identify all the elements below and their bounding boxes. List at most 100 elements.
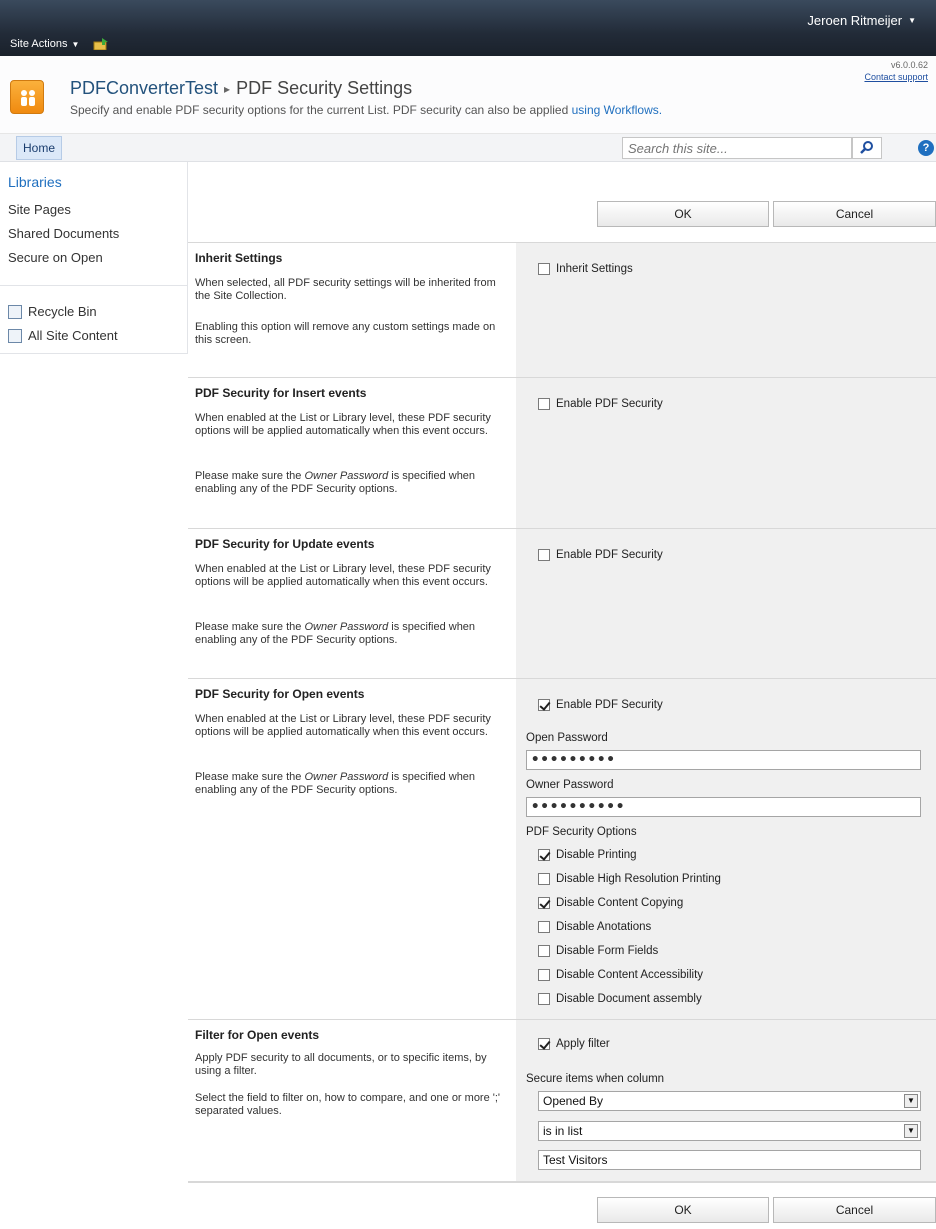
section-description: When enabled at the List or Library leve… bbox=[195, 412, 491, 437]
checkbox-label: Disable Content Accessibility bbox=[556, 969, 704, 981]
workflows-link[interactable]: using Workflows. bbox=[572, 103, 662, 117]
section-description: Please make sure the Owner Password is s… bbox=[195, 470, 505, 496]
desc-text: Please make sure the bbox=[195, 470, 305, 482]
checkbox-box[interactable] bbox=[538, 849, 550, 861]
dropdown-arrow-icon[interactable]: ▼ bbox=[904, 1124, 918, 1138]
checkbox-box[interactable] bbox=[538, 873, 550, 885]
left-navigation: Libraries Site Pages Shared Documents Se… bbox=[0, 162, 188, 354]
checkbox-box[interactable] bbox=[538, 1038, 550, 1050]
checkbox-box[interactable] bbox=[538, 263, 550, 275]
option-disable-high-res-printing[interactable]: Disable High Resolution Printing bbox=[538, 873, 721, 885]
checkbox-label: Enable PDF Security bbox=[556, 398, 663, 410]
checkbox-label: Disable Document assembly bbox=[556, 993, 702, 1005]
nav-heading-libraries[interactable]: Libraries bbox=[8, 174, 62, 190]
option-disable-content-accessibility[interactable]: Disable Content Accessibility bbox=[538, 969, 703, 981]
page-title: PDFConverterTest ▸ PDF Security Settings bbox=[70, 78, 412, 99]
filter-value-input[interactable]: Test Visitors bbox=[538, 1150, 921, 1170]
cancel-button-top[interactable]: Cancel bbox=[773, 201, 936, 227]
checkbox-box[interactable] bbox=[538, 921, 550, 933]
option-disable-annotations[interactable]: Disable Anotations bbox=[538, 921, 651, 933]
checkbox-label: Disable Printing bbox=[556, 849, 637, 861]
option-disable-form-fields[interactable]: Disable Form Fields bbox=[538, 945, 658, 957]
section-inherit-settings: Inherit Settings When selected, all PDF … bbox=[188, 242, 936, 377]
section-title: PDF Security for Open events bbox=[195, 687, 365, 701]
form-bottom-divider bbox=[188, 1181, 936, 1183]
contact-support-link[interactable]: Contact support bbox=[864, 71, 928, 83]
checkbox-box[interactable] bbox=[538, 969, 550, 981]
checkbox-box[interactable] bbox=[538, 398, 550, 410]
checkbox-label: Disable Content Copying bbox=[556, 897, 684, 909]
open-password-field[interactable]: ••••••••• bbox=[526, 750, 921, 770]
filter-column-label: Secure items when column bbox=[526, 1073, 665, 1085]
section-description: Please make sure the Owner Password is s… bbox=[195, 771, 505, 797]
section-title: Filter for Open events bbox=[195, 1028, 320, 1042]
checkbox-box[interactable] bbox=[538, 897, 550, 909]
nav-item-recycle-bin[interactable]: Recycle Bin bbox=[8, 304, 97, 319]
option-disable-printing[interactable]: Disable Printing bbox=[538, 849, 637, 861]
top-ribbon: Site Actions ▼ Jeroen Ritmeijer ▼ bbox=[0, 0, 936, 56]
section-update-events: PDF Security for Update events When enab… bbox=[188, 528, 936, 678]
checkbox-label: Enable PDF Security bbox=[556, 549, 663, 561]
desc-emphasis: Owner Password bbox=[304, 621, 389, 633]
checkbox-label: Disable Anotations bbox=[556, 921, 652, 933]
search-input[interactable] bbox=[622, 137, 852, 159]
ok-button-bottom[interactable]: OK bbox=[597, 1197, 769, 1223]
enable-open-security-checkbox[interactable]: Enable PDF Security bbox=[538, 699, 663, 711]
site-actions-label: Site Actions bbox=[10, 38, 68, 50]
dropdown-arrow-icon[interactable]: ▼ bbox=[904, 1094, 918, 1108]
help-icon[interactable]: ? bbox=[918, 140, 934, 156]
checkbox-box[interactable] bbox=[538, 945, 550, 957]
checkbox-box[interactable] bbox=[538, 549, 550, 561]
title-area: PDFConverterTest ▸ PDF Security Settings… bbox=[0, 56, 936, 134]
nav-item-site-pages[interactable]: Site Pages bbox=[8, 202, 71, 217]
desc-text: Please make sure the bbox=[195, 621, 305, 633]
site-link[interactable]: PDFConverterTest bbox=[70, 78, 218, 99]
apply-filter-checkbox[interactable]: Apply filter bbox=[538, 1038, 610, 1050]
section-filter-open-events: Filter for Open events Apply PDF securit… bbox=[188, 1019, 936, 1181]
section-description: Enabling this option will remove any cus… bbox=[195, 321, 496, 346]
section-title: PDF Security for Update events bbox=[195, 537, 375, 551]
security-options-label: PDF Security Options bbox=[526, 826, 637, 838]
search-button[interactable] bbox=[852, 137, 882, 159]
checkbox-label: Disable Form Fields bbox=[556, 945, 659, 957]
option-disable-content-copying[interactable]: Disable Content Copying bbox=[538, 897, 683, 909]
tab-home[interactable]: Home bbox=[16, 136, 63, 160]
inherit-settings-checkbox[interactable]: Inherit Settings bbox=[538, 263, 633, 275]
desc-emphasis: Owner Password bbox=[304, 470, 389, 482]
all-site-content-label: All Site Content bbox=[28, 328, 118, 343]
filter-compare-select[interactable]: is in list ▼ bbox=[538, 1121, 921, 1141]
recycle-bin-label: Recycle Bin bbox=[28, 304, 97, 319]
cancel-button-bottom[interactable]: Cancel bbox=[773, 1197, 936, 1223]
section-description: Select the field to filter on, how to co… bbox=[195, 1092, 501, 1117]
enable-insert-security-checkbox[interactable]: Enable PDF Security bbox=[538, 398, 663, 410]
page-name: PDF Security Settings bbox=[236, 78, 413, 98]
breadcrumb-separator-icon: ▸ bbox=[224, 81, 231, 96]
nav-item-shared-documents[interactable]: Shared Documents bbox=[8, 226, 119, 241]
navigate-up-icon[interactable] bbox=[93, 38, 109, 51]
chevron-down-icon: ▼ bbox=[71, 39, 80, 49]
nav-item-all-site-content[interactable]: All Site Content bbox=[8, 328, 118, 343]
checkbox-label: Inherit Settings bbox=[556, 263, 633, 275]
user-menu[interactable]: Jeroen Ritmeijer ▼ bbox=[807, 13, 916, 28]
desc-emphasis: Owner Password bbox=[304, 771, 389, 783]
page-description: Specify and enable PDF security options … bbox=[70, 103, 662, 117]
nav-item-secure-on-open[interactable]: Secure on Open bbox=[8, 250, 103, 265]
checkbox-box[interactable] bbox=[538, 993, 550, 1005]
chevron-down-icon: ▼ bbox=[908, 16, 916, 25]
section-title: PDF Security for Insert events bbox=[195, 386, 367, 400]
ok-button-top[interactable]: OK bbox=[597, 201, 769, 227]
nav-divider bbox=[0, 285, 188, 286]
top-navigation: Home ? bbox=[0, 134, 936, 162]
section-description: When enabled at the List or Library leve… bbox=[195, 713, 491, 738]
checkbox-box[interactable] bbox=[538, 699, 550, 711]
enable-update-security-checkbox[interactable]: Enable PDF Security bbox=[538, 549, 663, 561]
owner-password-field[interactable]: •••••••••• bbox=[526, 797, 921, 817]
checkbox-label: Disable High Resolution Printing bbox=[556, 873, 721, 885]
option-disable-document-assembly[interactable]: Disable Document assembly bbox=[538, 993, 702, 1005]
site-actions-menu[interactable]: Site Actions ▼ bbox=[10, 38, 109, 51]
user-name: Jeroen Ritmeijer bbox=[807, 13, 903, 28]
open-password-label: Open Password bbox=[526, 732, 608, 744]
checkbox-label: Apply filter bbox=[556, 1038, 610, 1050]
site-logo-icon[interactable] bbox=[10, 80, 44, 114]
filter-column-select[interactable]: Opened By ▼ bbox=[538, 1091, 921, 1111]
